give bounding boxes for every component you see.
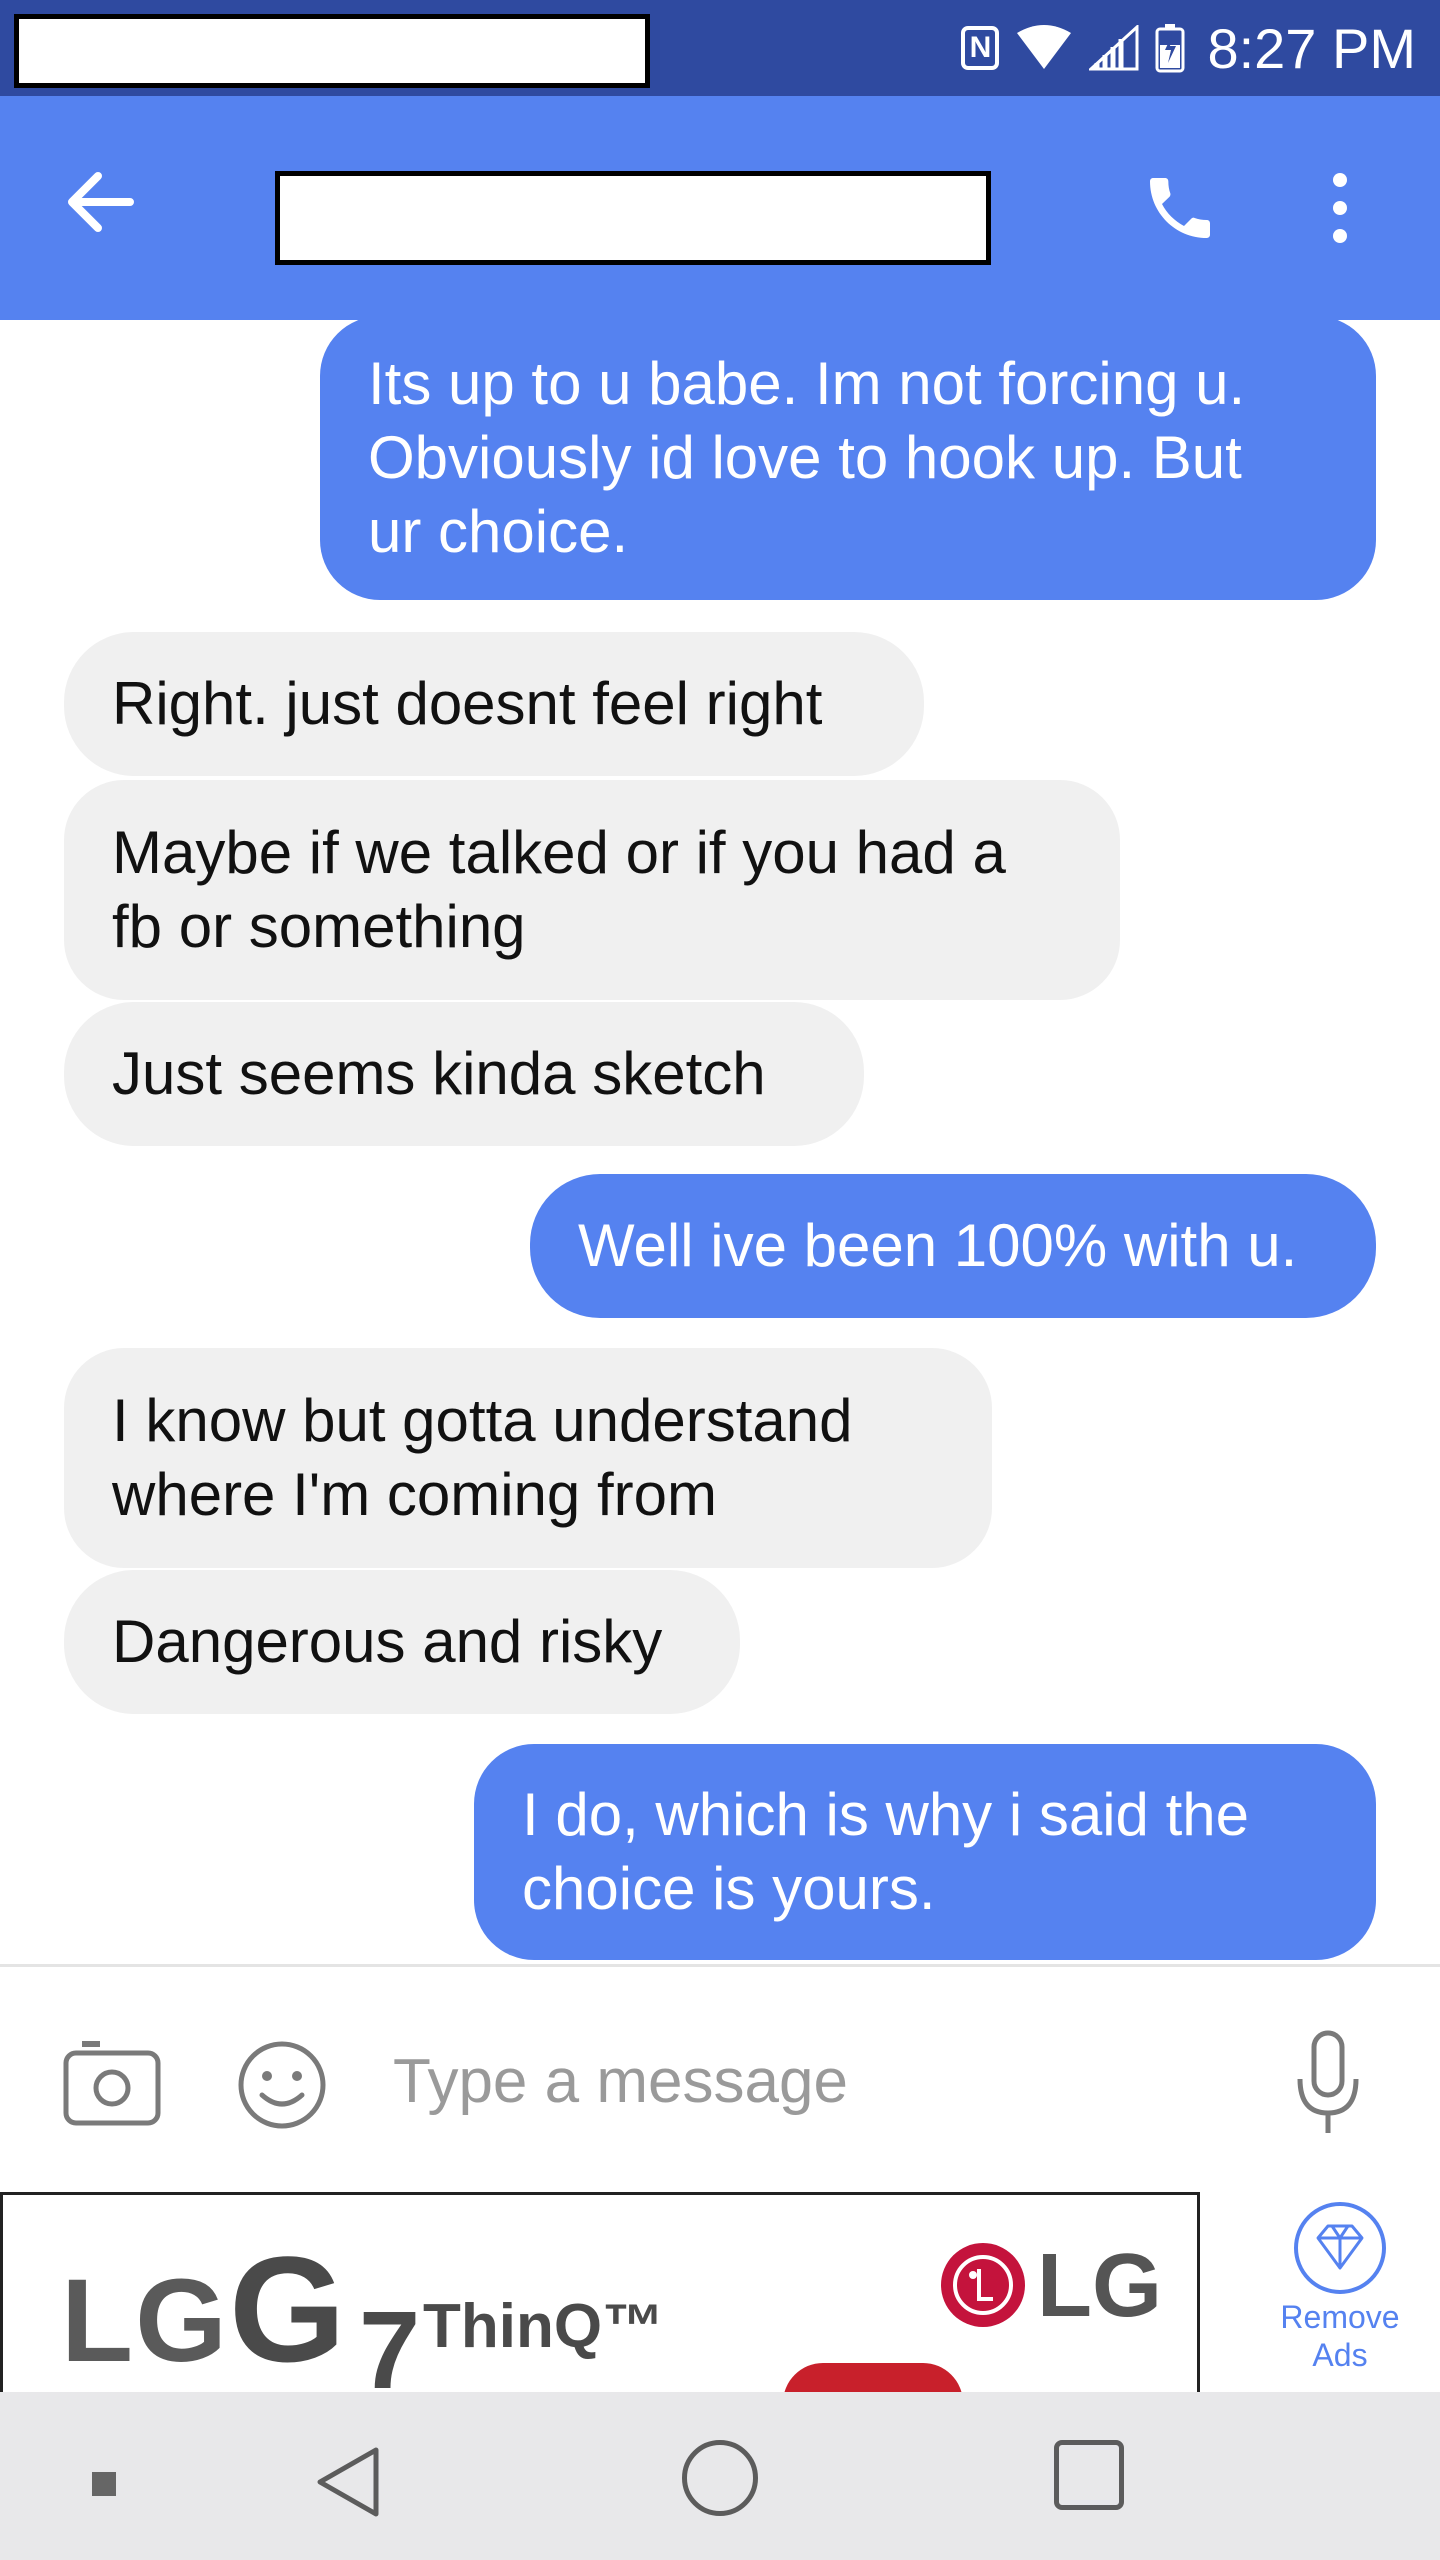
ad-banner[interactable]: LG G 7 ThinQ™ LG bbox=[0, 2192, 1200, 2392]
lg-logo-icon bbox=[941, 2243, 1025, 2327]
remove-ads-button[interactable]: Remove Ads bbox=[1240, 2192, 1440, 2392]
microphone-button[interactable] bbox=[1290, 2029, 1366, 2139]
camera-button[interactable] bbox=[62, 2037, 162, 2127]
more-vert-icon bbox=[1333, 173, 1347, 243]
app-bar bbox=[0, 96, 1440, 320]
ad-model-number: 7 bbox=[359, 2289, 421, 2392]
ad-model-suffix: ThinQ™ bbox=[423, 2292, 665, 2361]
nav-home-icon[interactable] bbox=[682, 2440, 758, 2516]
status-bar: N 8:27 PM bbox=[0, 0, 1440, 96]
camera-icon bbox=[63, 2041, 161, 2126]
message-input[interactable] bbox=[385, 2031, 1261, 2131]
message-bubble-incoming[interactable]: Just seems kinda sketch bbox=[64, 1002, 864, 1146]
remove-ads-label: Remove Ads bbox=[1280, 2299, 1400, 2373]
wifi-icon bbox=[1017, 25, 1072, 69]
redacted-notification bbox=[14, 14, 650, 88]
ad-brand-logo-text: LG bbox=[1037, 2236, 1162, 2336]
battery-charging-icon bbox=[1155, 24, 1185, 73]
status-icons: N 8:27 PM bbox=[961, 0, 1416, 96]
message-text: Just seems kinda sketch bbox=[112, 1040, 766, 1107]
ad-brand-text: LG bbox=[61, 2255, 229, 2387]
message-text: Right. just doesnt feel right bbox=[112, 670, 823, 737]
message-text: Dangerous and risky bbox=[112, 1608, 663, 1675]
status-time: 8:27 PM bbox=[1207, 16, 1416, 80]
message-text: Its up to u babe. Im not forcing u. Obvi… bbox=[368, 350, 1246, 565]
call-button[interactable] bbox=[1140, 168, 1230, 258]
redacted-contact-name bbox=[275, 171, 991, 265]
diamond-icon bbox=[1294, 2202, 1386, 2294]
emoji-button[interactable] bbox=[236, 2039, 328, 2131]
ad-phone-image bbox=[783, 2363, 963, 2392]
emoji-icon bbox=[238, 2041, 326, 2129]
message-bubble-incoming[interactable]: I know but gotta understand where I'm co… bbox=[64, 1348, 992, 1568]
message-bubble-incoming[interactable]: Right. just doesnt feel right bbox=[64, 632, 924, 776]
message-text: I do, which is why i said the choice is … bbox=[522, 1781, 1250, 1922]
message-text: I know but gotta understand where I'm co… bbox=[112, 1387, 853, 1528]
more-options-button[interactable] bbox=[1320, 168, 1380, 258]
nav-back-icon[interactable] bbox=[310, 2442, 390, 2522]
message-bubble-incoming[interactable]: Dangerous and risky bbox=[64, 1570, 740, 1714]
message-bubble-outgoing[interactable]: I do, which is why i said the choice is … bbox=[474, 1744, 1376, 1960]
microphone-icon bbox=[1297, 2030, 1359, 2133]
message-thread[interactable]: Its up to u babe. Im not forcing u. Obvi… bbox=[0, 320, 1440, 1964]
message-text: Well ive been 100% with u. bbox=[578, 1212, 1298, 1279]
message-bubble-outgoing[interactable]: Well ive been 100% with u. bbox=[530, 1174, 1376, 1318]
nfc-icon: N bbox=[961, 26, 1000, 70]
back-arrow-icon bbox=[68, 172, 134, 232]
message-composer bbox=[0, 1967, 1440, 2192]
nav-recents-icon[interactable] bbox=[1054, 2440, 1124, 2510]
message-bubble-incoming[interactable]: Maybe if we talked or if you had a fb or… bbox=[64, 780, 1120, 1000]
ad-model-g: G bbox=[229, 2225, 346, 2392]
nav-indicator-dot bbox=[92, 2472, 116, 2496]
signal-icon bbox=[1089, 25, 1139, 71]
message-bubble-outgoing[interactable]: Its up to u babe. Im not forcing u. Obvi… bbox=[320, 320, 1376, 600]
phone-icon bbox=[1150, 178, 1210, 238]
back-button[interactable] bbox=[60, 162, 160, 252]
system-nav-bar bbox=[0, 2392, 1440, 2560]
message-text: Maybe if we talked or if you had a fb or… bbox=[112, 819, 1006, 960]
